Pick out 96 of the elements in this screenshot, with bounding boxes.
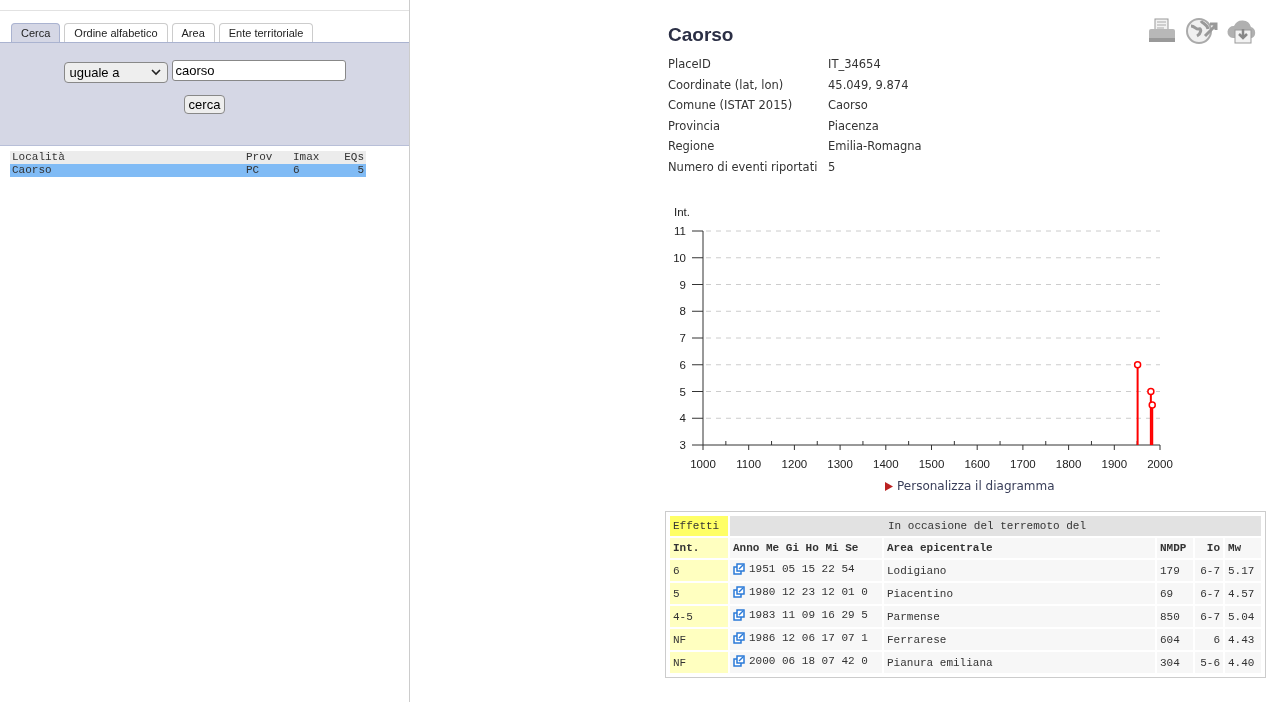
field-label: Numero di eventi riportati (668, 159, 819, 174)
column-header: EQs (335, 151, 366, 164)
table-cell: 1980 12 23 12 01 0 (749, 586, 868, 598)
table-cell: Lodigiano (884, 560, 1155, 581)
x-tick-label: 1100 (736, 458, 762, 470)
search-field[interactable]: caorso (171, 60, 346, 81)
field-value: Piacenza (828, 118, 879, 133)
table-cell: NF (670, 652, 728, 673)
operator-dropdown[interactable]: uguale a (63, 62, 168, 83)
y-tick-label: 3 (679, 439, 686, 451)
column-header: Int. (670, 538, 728, 558)
table-cell: 5.17 (1225, 560, 1261, 581)
table-cell: 5 (670, 583, 728, 604)
column-header: Imax (291, 151, 335, 164)
search-tab[interactable]: Ordine alfabetico (64, 23, 168, 42)
table-cell: 179 (1157, 560, 1193, 581)
place-title: Caorso (668, 24, 734, 46)
x-tick-label: 1400 (873, 458, 899, 470)
field-value: Emilia-Romagna (828, 139, 922, 154)
globe-arrow-icon[interactable] (1185, 16, 1219, 46)
table-cell: NF (670, 629, 728, 650)
bar-marker (1148, 401, 1156, 409)
table-cell: Pianura emiliana (884, 652, 1155, 673)
y-tick-label: 5 (679, 385, 686, 398)
y-tick-label: 9 (679, 278, 686, 291)
triangle-icon (884, 480, 894, 492)
x-tick-label: 2000 (1147, 458, 1173, 470)
x-tick-label: 1300 (827, 458, 853, 470)
x-tick-label: 1700 (1010, 458, 1036, 470)
external-link-icon[interactable] (733, 563, 745, 575)
external-link-icon[interactable] (733, 632, 745, 644)
x-tick-label: 1900 (1101, 458, 1128, 470)
table-cell: Parmense (884, 606, 1155, 627)
x-tick-label: 1500 (918, 458, 945, 470)
x-tick-label: 1200 (781, 458, 808, 470)
search-tab[interactable]: Ente territoriale (218, 23, 314, 42)
column-header: Area epicentrale (884, 538, 1155, 558)
table-cell: 1986 12 06 17 07 1 (749, 632, 868, 644)
external-link-icon[interactable] (733, 655, 745, 667)
field-value: Caorso (828, 98, 868, 113)
table-cell: 5.04 (1225, 606, 1261, 627)
column-header: Io (1195, 538, 1223, 558)
search-tab[interactable]: Area (171, 23, 215, 42)
field-value: 45.049, 9.874 (828, 77, 909, 92)
column-header: Anno Me Gi Ho Mi Se (730, 538, 882, 558)
table-cell: 6-7 (1195, 583, 1223, 604)
search-tab[interactable]: Cerca (11, 23, 61, 42)
table-cell: 4.40 (1225, 652, 1261, 673)
y-tick-label: 6 (679, 358, 686, 371)
table-cell: 69 (1157, 583, 1193, 604)
table-cell: 4.57 (1225, 583, 1261, 604)
y-tick-label: 10 (673, 251, 686, 264)
table-cell: Ferrarese (884, 629, 1155, 650)
x-tick-label: 1000 (690, 458, 716, 470)
table-cell: 4-5 (670, 606, 728, 627)
y-tick-label: 7 (679, 332, 686, 344)
table-cell: 6 (1195, 629, 1223, 650)
y-tick-label: 4 (679, 412, 686, 425)
table-cell: 2000 06 18 07 42 0 (749, 655, 868, 667)
column-header: Prov (244, 151, 291, 164)
external-link-icon[interactable] (733, 586, 745, 598)
table-cell: 304 (1157, 652, 1193, 673)
x-tick-label: 1800 (1055, 458, 1082, 470)
bar-marker (1147, 387, 1155, 396)
customize-chart-link[interactable]: Personalizza il diagramma (897, 479, 1055, 493)
table-cell: 1951 05 15 22 54 (749, 563, 855, 575)
column-header: NMDP (1157, 538, 1193, 558)
field-label: Provincia (668, 118, 722, 133)
x-tick-label: 1600 (964, 458, 990, 470)
chevron-down-icon (150, 69, 161, 76)
table-cell: 6 (670, 560, 728, 581)
field-value: IT_34654 (828, 57, 881, 72)
y-tick-label: 8 (679, 305, 686, 318)
bar-marker (1133, 361, 1142, 369)
table-cell: Piacentino (884, 583, 1155, 604)
y-axis-label: Int. (674, 206, 690, 218)
table-cell: 604 (1157, 629, 1193, 650)
table-cell: 5-6 (1195, 652, 1223, 673)
column-header: Località (10, 151, 244, 164)
field-value: 5 (828, 159, 836, 174)
table-cell: 4.43 (1225, 629, 1261, 650)
table-cell: 6-7 (1195, 606, 1223, 627)
table-cell: 1983 11 09 16 29 5 (749, 609, 868, 621)
y-tick-label: 11 (674, 225, 686, 237)
external-link-icon[interactable] (733, 609, 745, 621)
column-header: Mw (1225, 538, 1261, 558)
group-header: In occasione del terremoto del (730, 516, 1261, 536)
search-button[interactable]: cerca (183, 95, 226, 114)
field-label: Comune (ISTAT 2015) (668, 98, 794, 113)
result-row[interactable]: Caorso PC 6 5 (10, 164, 366, 177)
field-label: Coordinate (lat, lon) (668, 77, 785, 92)
field-label: PlaceID (668, 57, 712, 72)
group-header: Effetti (670, 516, 728, 536)
table-cell: 6-7 (1195, 560, 1223, 581)
field-label: Regione (668, 139, 716, 154)
table-cell: 850 (1157, 606, 1193, 627)
